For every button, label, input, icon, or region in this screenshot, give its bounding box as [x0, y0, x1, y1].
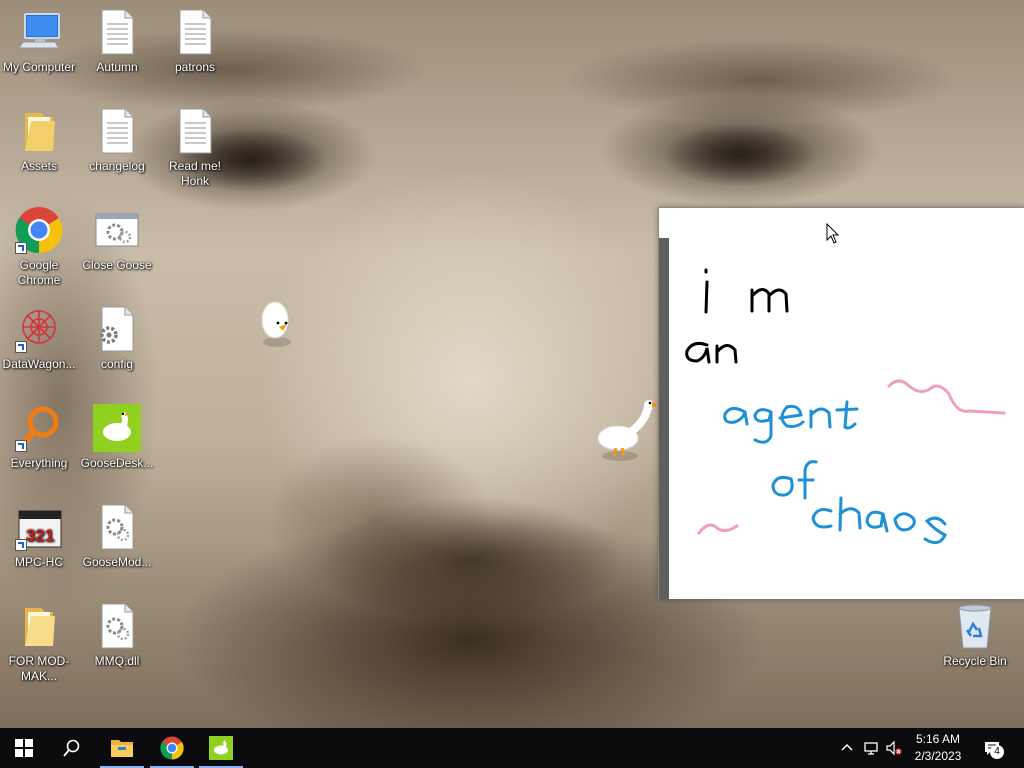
goose-desktop-icon — [209, 736, 233, 760]
icon-label: GooseMod... — [82, 555, 152, 569]
icon-label: Everything — [10, 456, 68, 470]
dll-file-icon — [93, 602, 141, 650]
desktop-icon-mmq-dll[interactable]: MMQ.dll — [78, 602, 156, 669]
text-file-icon — [93, 107, 141, 155]
icon-label: Google Chrome — [17, 258, 61, 287]
desktop-icon-for-mod-makers[interactable]: FOR MOD-MAK... — [0, 602, 78, 684]
desktop-icon-recycle-bin[interactable]: Recycle Bin — [936, 602, 1014, 669]
icon-label: MPC-HC — [15, 555, 63, 569]
note-line-4 — [771, 460, 818, 500]
desktop-icon-my-computer[interactable]: My Computer — [0, 8, 78, 75]
recycle-bin-icon — [951, 602, 999, 650]
icon-label: Read me! Honk — [168, 159, 222, 188]
icon-label: patrons — [174, 60, 216, 74]
desktop-icon-everything[interactable]: Everything — [0, 404, 78, 471]
desktop-icon-autumn[interactable]: Autumn — [78, 8, 156, 75]
notification-count-badge: 4 — [990, 745, 1004, 759]
icon-label: changelog — [89, 159, 145, 173]
start-button[interactable] — [0, 728, 48, 768]
icon-label: MMQ.dll — [94, 654, 140, 668]
hand-drawn-note — [685, 268, 1006, 545]
action-center-button[interactable]: 4 — [984, 740, 1004, 759]
shortcut-arrow-icon — [15, 242, 27, 254]
desktop-icon-goosedesktop[interactable]: GooseDesk... — [78, 404, 156, 471]
chrome-icon — [160, 736, 184, 760]
search-icon — [63, 739, 80, 757]
icon-label: Close Goose — [82, 258, 152, 272]
chevron-up-icon[interactable] — [839, 740, 855, 756]
folder-icon — [15, 602, 63, 650]
taskbar-app-google-chrome[interactable] — [148, 728, 196, 768]
goose-sprite[interactable] — [594, 396, 660, 464]
desktop-icon-changelog[interactable]: changelog — [78, 107, 156, 174]
note-line-5 — [811, 496, 947, 545]
desktop-icon-assets[interactable]: Assets — [0, 107, 78, 174]
text-file-icon — [93, 8, 141, 56]
chrome-icon — [15, 206, 63, 254]
volume-muted-icon[interactable] — [886, 740, 902, 756]
icon-label: FOR MOD-MAK... — [8, 654, 70, 683]
note-line-1 — [704, 268, 789, 314]
batch-file-icon — [93, 206, 141, 254]
datawagon-icon — [15, 305, 63, 353]
icon-label: GooseDesk... — [80, 456, 154, 470]
desktop-icon-datawagon[interactable]: DataWagon... — [0, 305, 78, 372]
taskbar-search-button[interactable] — [48, 728, 96, 768]
desktop-icon-google-chrome[interactable]: Google Chrome — [0, 206, 78, 288]
clock-date[interactable]: 2/3/2023 — [908, 749, 968, 763]
shortcut-arrow-icon — [15, 539, 27, 551]
icon-label: config — [100, 357, 134, 371]
icon-label: Recycle Bin — [943, 654, 1007, 668]
file-explorer-icon — [111, 740, 133, 757]
svg-text:321: 321 — [26, 526, 54, 545]
desktop-icon-config[interactable]: config — [78, 305, 156, 372]
network-icon[interactable] — [863, 740, 879, 756]
desktop-icon-read-me-honk[interactable]: Read me! Honk — [156, 107, 234, 189]
desktop-icon-patrons[interactable]: patrons — [156, 8, 234, 75]
taskbar-app-file-explorer[interactable] — [98, 728, 146, 768]
note-line-3 — [723, 400, 859, 444]
desktop-icon-mpc-hc[interactable]: 321 MPC-HC — [0, 503, 78, 570]
desktop-icon-goosemod[interactable]: GooseMod... — [78, 503, 156, 570]
windows-start-icon — [15, 739, 33, 757]
computer-icon — [15, 8, 63, 56]
goose-desktop-icon — [93, 404, 141, 452]
config-file-icon — [93, 305, 141, 353]
shortcut-arrow-icon — [15, 341, 27, 353]
icon-label: DataWagon... — [2, 357, 76, 371]
text-file-icon — [171, 107, 219, 155]
drawing-note-window[interactable] — [658, 207, 1024, 599]
note-line-2 — [685, 342, 738, 364]
icon-label: Assets — [20, 159, 57, 173]
desktop-icon-close-goose[interactable]: Close Goose — [78, 206, 156, 273]
everything-search-icon — [15, 404, 63, 452]
shortcut-arrow-icon — [15, 440, 27, 452]
taskbar: 5:16 AM 2/3/2023 4 — [0, 728, 1024, 768]
icon-label: Autumn — [96, 60, 138, 74]
taskbar-app-goosedesktop[interactable] — [197, 728, 245, 768]
goose-sprite[interactable] — [255, 296, 299, 350]
mpc-hc-icon: 321 — [15, 503, 63, 551]
icon-label: My Computer — [2, 60, 76, 74]
text-file-icon — [171, 8, 219, 56]
clock-time[interactable]: 5:16 AM — [908, 732, 968, 746]
folder-icon — [15, 107, 63, 155]
batch-file-icon — [93, 503, 141, 551]
mouse-cursor — [826, 223, 840, 244]
